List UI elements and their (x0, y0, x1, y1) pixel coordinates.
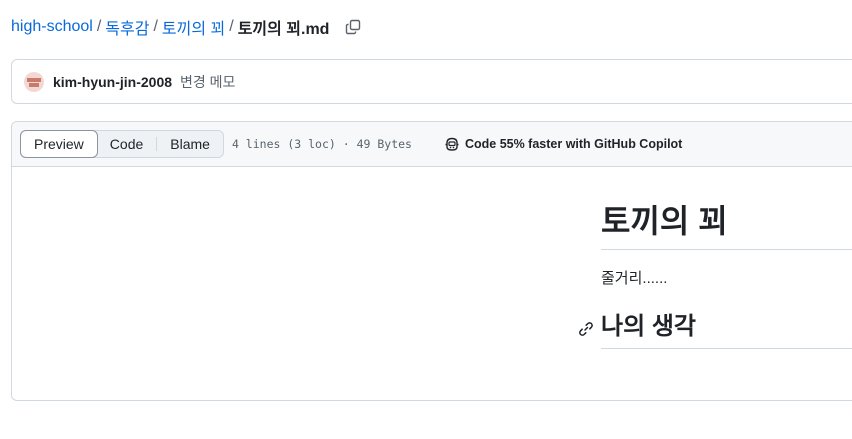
file-header: Preview Code Blame 4 lines (3 loc) · 49 … (12, 122, 852, 167)
breadcrumb-folder-link[interactable]: 독후감 (105, 15, 149, 39)
file-size-info: 4 lines (3 loc) · 49 Bytes (231, 137, 412, 151)
breadcrumb-separator: / (153, 18, 158, 35)
copilot-promo-text: Code 55% faster with GitHub Copilot (464, 137, 683, 151)
tab-code[interactable]: Code (97, 131, 156, 157)
commit-message-link[interactable]: 변경 메모 (180, 72, 235, 92)
tab-blame[interactable]: Blame (157, 131, 223, 157)
copy-path-button[interactable] (343, 17, 363, 37)
copilot-promo-link[interactable]: Code 55% faster with GitHub Copilot (444, 136, 682, 152)
file-viewer: Preview Code Blame 4 lines (3 loc) · 49 … (11, 121, 852, 401)
avatar[interactable] (24, 71, 44, 92)
markdown-paragraph: 줄거리...... (601, 270, 668, 287)
breadcrumb-separator: / (229, 18, 234, 35)
commit-author-link[interactable]: kim-hyun-jin-2008 (53, 74, 172, 90)
breadcrumb-subfolder-link[interactable]: 토끼의 꾀 (162, 15, 225, 39)
markdown-body: 토끼의 꾀 줄거리...... 나의 생각 (12, 167, 852, 400)
latest-commit-box: kim-hyun-jin-2008 변경 메모 (11, 59, 852, 104)
copilot-icon (445, 137, 459, 151)
markdown-heading-2: 나의 생각 (601, 312, 852, 349)
link-icon (579, 322, 593, 336)
tab-preview[interactable]: Preview (20, 130, 98, 158)
heading-anchor-link[interactable] (578, 321, 594, 337)
markdown-heading-1: 토끼의 꾀 (601, 201, 852, 250)
breadcrumb-current-file: 토끼의 꾀.md (237, 21, 330, 38)
copy-icon (346, 19, 361, 35)
breadcrumb-separator: / (96, 18, 102, 35)
view-mode-segmented-control: Preview Code Blame (20, 130, 224, 158)
breadcrumb-repo-link[interactable]: high-school (11, 18, 93, 36)
breadcrumb: high-school / 독후감 / 토끼의 꾀 / 토끼의 꾀.md (11, 16, 363, 38)
